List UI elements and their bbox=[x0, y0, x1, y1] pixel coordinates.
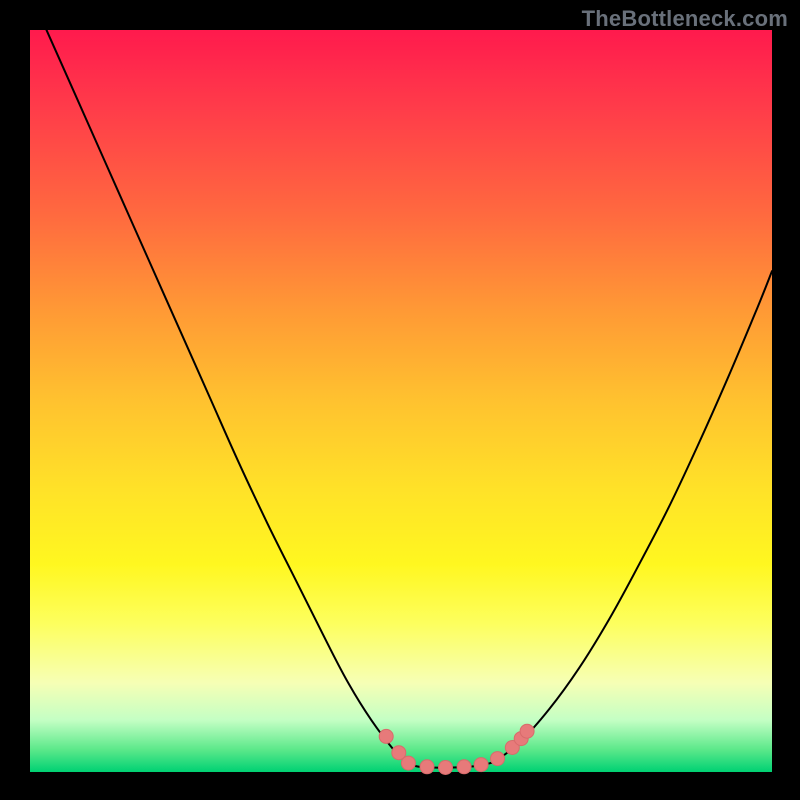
curve-marker bbox=[491, 752, 505, 766]
outer-frame: TheBottleneck.com bbox=[0, 0, 800, 800]
curve-marker bbox=[379, 729, 393, 743]
gradient-plot-area bbox=[30, 30, 772, 772]
curve-left-branch bbox=[30, 0, 405, 761]
curve-right-branch bbox=[494, 271, 772, 762]
curve-marker bbox=[439, 761, 453, 775]
curve-markers bbox=[379, 724, 534, 774]
curve-marker bbox=[520, 724, 534, 738]
curve-marker bbox=[474, 758, 488, 772]
curve-marker bbox=[420, 760, 434, 774]
watermark-text: TheBottleneck.com bbox=[582, 6, 788, 32]
curve-marker bbox=[401, 756, 415, 770]
chart-svg bbox=[30, 30, 772, 772]
curve-marker bbox=[457, 760, 471, 774]
